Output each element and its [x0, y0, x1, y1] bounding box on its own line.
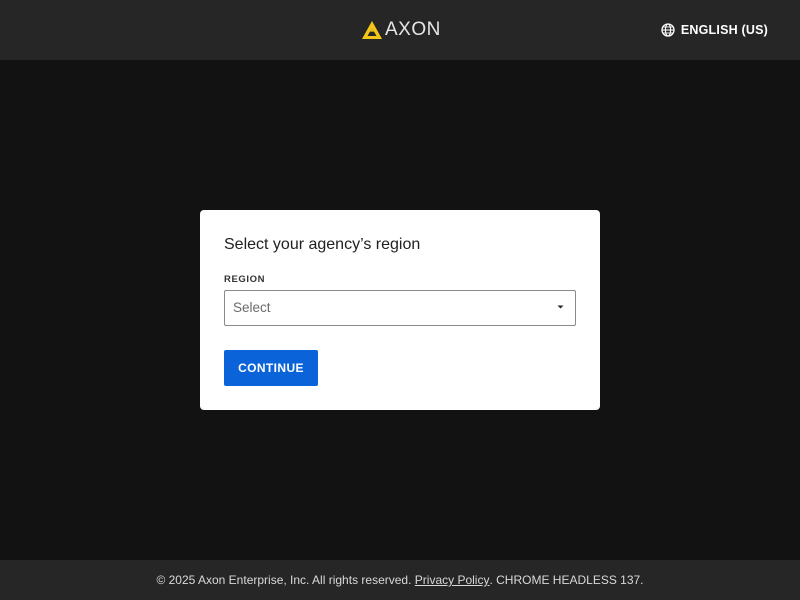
copyright-text: © 2025 Axon Enterprise, Inc. All rights …	[156, 573, 412, 587]
caret-down-icon	[557, 305, 564, 309]
page-footer: © 2025 Axon Enterprise, Inc. All rights …	[0, 560, 800, 600]
card-title: Select your agency’s region	[224, 236, 421, 253]
axon-logo: AXON	[362, 19, 441, 41]
region-field-label: REGION	[224, 274, 266, 285]
region-card: Select your agency’s region REGION Selec…	[200, 210, 600, 410]
main-area: Select your agency’s region REGION Selec…	[0, 60, 800, 560]
axon-triangle-logo-icon	[362, 21, 382, 39]
language-label: ENGLISH (US)	[680, 23, 768, 37]
globe-icon	[661, 23, 675, 37]
brand-name: AXON	[385, 19, 441, 40]
privacy-policy-link[interactable]: Privacy Policy	[415, 573, 490, 587]
top-header: AXON ENGLISH (US)	[0, 0, 800, 60]
region-select-value: Select	[233, 300, 271, 315]
browser-info-text: . CHROME HEADLESS 137.	[489, 573, 644, 587]
language-selector[interactable]: ENGLISH (US)	[661, 20, 768, 40]
continue-button[interactable]: CONTINUE	[224, 350, 318, 386]
region-select[interactable]: Select	[224, 290, 576, 326]
